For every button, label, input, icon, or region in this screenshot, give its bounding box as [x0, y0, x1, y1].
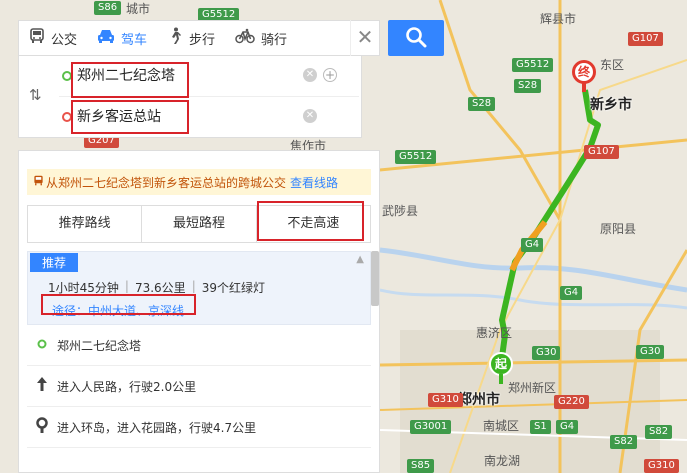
swap-icon: ⇅: [29, 86, 42, 104]
start-marker-label: 起: [489, 352, 513, 376]
route-step-text: 郑州二七纪念塔: [57, 338, 142, 353]
tab-bike-label: 骑行: [261, 32, 288, 48]
road-shield: S86: [94, 1, 122, 15]
start-dot-icon: [62, 71, 72, 81]
road-shield: G107: [584, 145, 619, 159]
road-shield: G107: [628, 32, 663, 46]
road-shield: G3001: [410, 420, 452, 434]
clear-start-button[interactable]: ✕: [303, 68, 317, 82]
route-duration: 1小时45分钟: [48, 281, 119, 295]
tab-no-highway[interactable]: 不走高速: [257, 206, 370, 242]
intercity-text: 从郑州二七纪念塔到新乡客运总站的跨城公交: [46, 175, 287, 190]
route-step[interactable]: 进入人民路，行驶2.0公里: [27, 366, 371, 407]
tab-bus[interactable]: 公交: [19, 20, 87, 56]
start-input[interactable]: [73, 62, 281, 88]
end-marker[interactable]: 终: [572, 60, 596, 92]
road-shield: S28: [514, 79, 542, 93]
route-summary: 1小时45分钟 | 73.6公里 | 39个红绿灯: [48, 279, 266, 295]
results-scrollbar[interactable]: [371, 251, 379, 306]
place-label: 惠济区: [476, 326, 513, 340]
place-label: 新乡市: [590, 97, 632, 113]
end-dot-icon: [62, 112, 72, 122]
road-shield: S82: [610, 435, 638, 449]
tab-walk[interactable]: 步行: [157, 20, 225, 56]
road-shield: G310: [644, 459, 679, 473]
place-label: 南龙湖: [484, 454, 521, 468]
road-shield: S1: [530, 420, 551, 434]
close-button[interactable]: ✕: [350, 20, 379, 56]
start-row: ✕ +: [59, 56, 359, 97]
view-routes-link[interactable]: 查看线路: [290, 174, 338, 191]
place-label: 南城区: [483, 419, 520, 433]
place-label: 郑州新区: [508, 381, 557, 395]
road-shield: G310: [428, 393, 463, 407]
swap-button[interactable]: ⇅: [29, 86, 42, 104]
end-marker-label: 终: [572, 60, 596, 84]
road-shield: G220: [554, 395, 589, 409]
plus-icon: +: [324, 68, 336, 82]
clear-icon: ✕: [305, 110, 315, 121]
end-row: ✕: [59, 97, 359, 137]
place-label: 城市: [126, 2, 151, 16]
walk-icon: [167, 27, 183, 49]
tab-shortest[interactable]: 最短路程: [142, 206, 257, 242]
route-step[interactable]: 郑州二七纪念塔: [27, 325, 371, 366]
place-label: 东区: [600, 58, 625, 72]
road-shield: G30: [636, 345, 665, 359]
intercity-notice: 从郑州二七纪念塔到新乡客运总站的跨城公交 查看线路: [27, 169, 371, 195]
start-dot-icon: [27, 337, 57, 353]
route-traffic-lights: 39个红绿灯: [201, 281, 266, 295]
tab-bus-label: 公交: [51, 32, 78, 48]
road-shield: G4: [556, 420, 579, 434]
tab-bike[interactable]: 骑行: [225, 20, 297, 56]
clear-icon: ✕: [305, 69, 315, 80]
results-panel: 从郑州二七纪念塔到新乡客运总站的跨城公交 查看线路 推荐路线 最短路程 不走高速…: [18, 150, 380, 473]
road-shield: G5512: [395, 150, 437, 164]
car-icon: [97, 28, 115, 48]
route-distance: 73.6公里: [134, 281, 186, 295]
arrow-up-icon: [27, 376, 57, 396]
place-label: 原阳县: [600, 222, 637, 236]
route-line: [497, 89, 601, 373]
tab-drive[interactable]: 驾车: [87, 20, 157, 56]
end-input[interactable]: [73, 103, 281, 129]
route-step-text: 进入人民路，行驶2.0公里: [57, 379, 197, 394]
route-inputs: ⇅ ✕ + ✕: [18, 56, 362, 138]
route-step[interactable]: 进入环岛，进入花园路，行驶4.7公里: [27, 407, 371, 448]
recommended-badge: 推荐: [30, 253, 79, 272]
add-waypoint-button[interactable]: +: [323, 68, 337, 82]
place-label: 辉县市: [540, 12, 577, 26]
road-shield: G30: [532, 346, 561, 360]
bus-icon: [29, 28, 45, 48]
tab-recommended[interactable]: 推荐路线: [28, 206, 143, 242]
road-shield: S28: [468, 97, 496, 111]
road-shield: G5512: [512, 58, 554, 72]
route-via: 途径：中州大道、京深线: [52, 304, 185, 318]
roundabout-icon: [27, 417, 57, 437]
close-icon: ✕: [356, 25, 374, 49]
route-plan-card[interactable]: 推荐 ▲ 1小时45分钟 | 73.6公里 | 39个红绿灯 途径：中州大道、京…: [27, 251, 371, 325]
road-shield: G4: [560, 286, 583, 300]
road: [438, 0, 562, 221]
bike-icon: [235, 28, 255, 48]
search-button[interactable]: [388, 20, 444, 56]
road-shield: G4: [521, 238, 544, 252]
road-shield: S82: [645, 425, 673, 439]
tab-walk-label: 步行: [189, 32, 216, 48]
clear-end-button[interactable]: ✕: [303, 109, 317, 123]
place-label: 武陟县: [382, 204, 419, 218]
collapse-icon[interactable]: ▲: [356, 254, 364, 265]
river-2: [379, 288, 687, 310]
route-preference-tabs: 推荐路线 最短路程 不走高速: [27, 205, 371, 243]
transport-mode-tabs: 公交 驾车 步行 骑行 ✕: [18, 20, 380, 56]
search-icon: [405, 26, 427, 51]
place-label: 郑州市: [458, 392, 500, 408]
route-step-text: 进入环岛，进入花园路，行驶4.7公里: [57, 420, 257, 435]
road-shield: S85: [407, 459, 435, 473]
bus-icon: [33, 175, 44, 189]
tab-drive-label: 驾车: [121, 32, 148, 48]
